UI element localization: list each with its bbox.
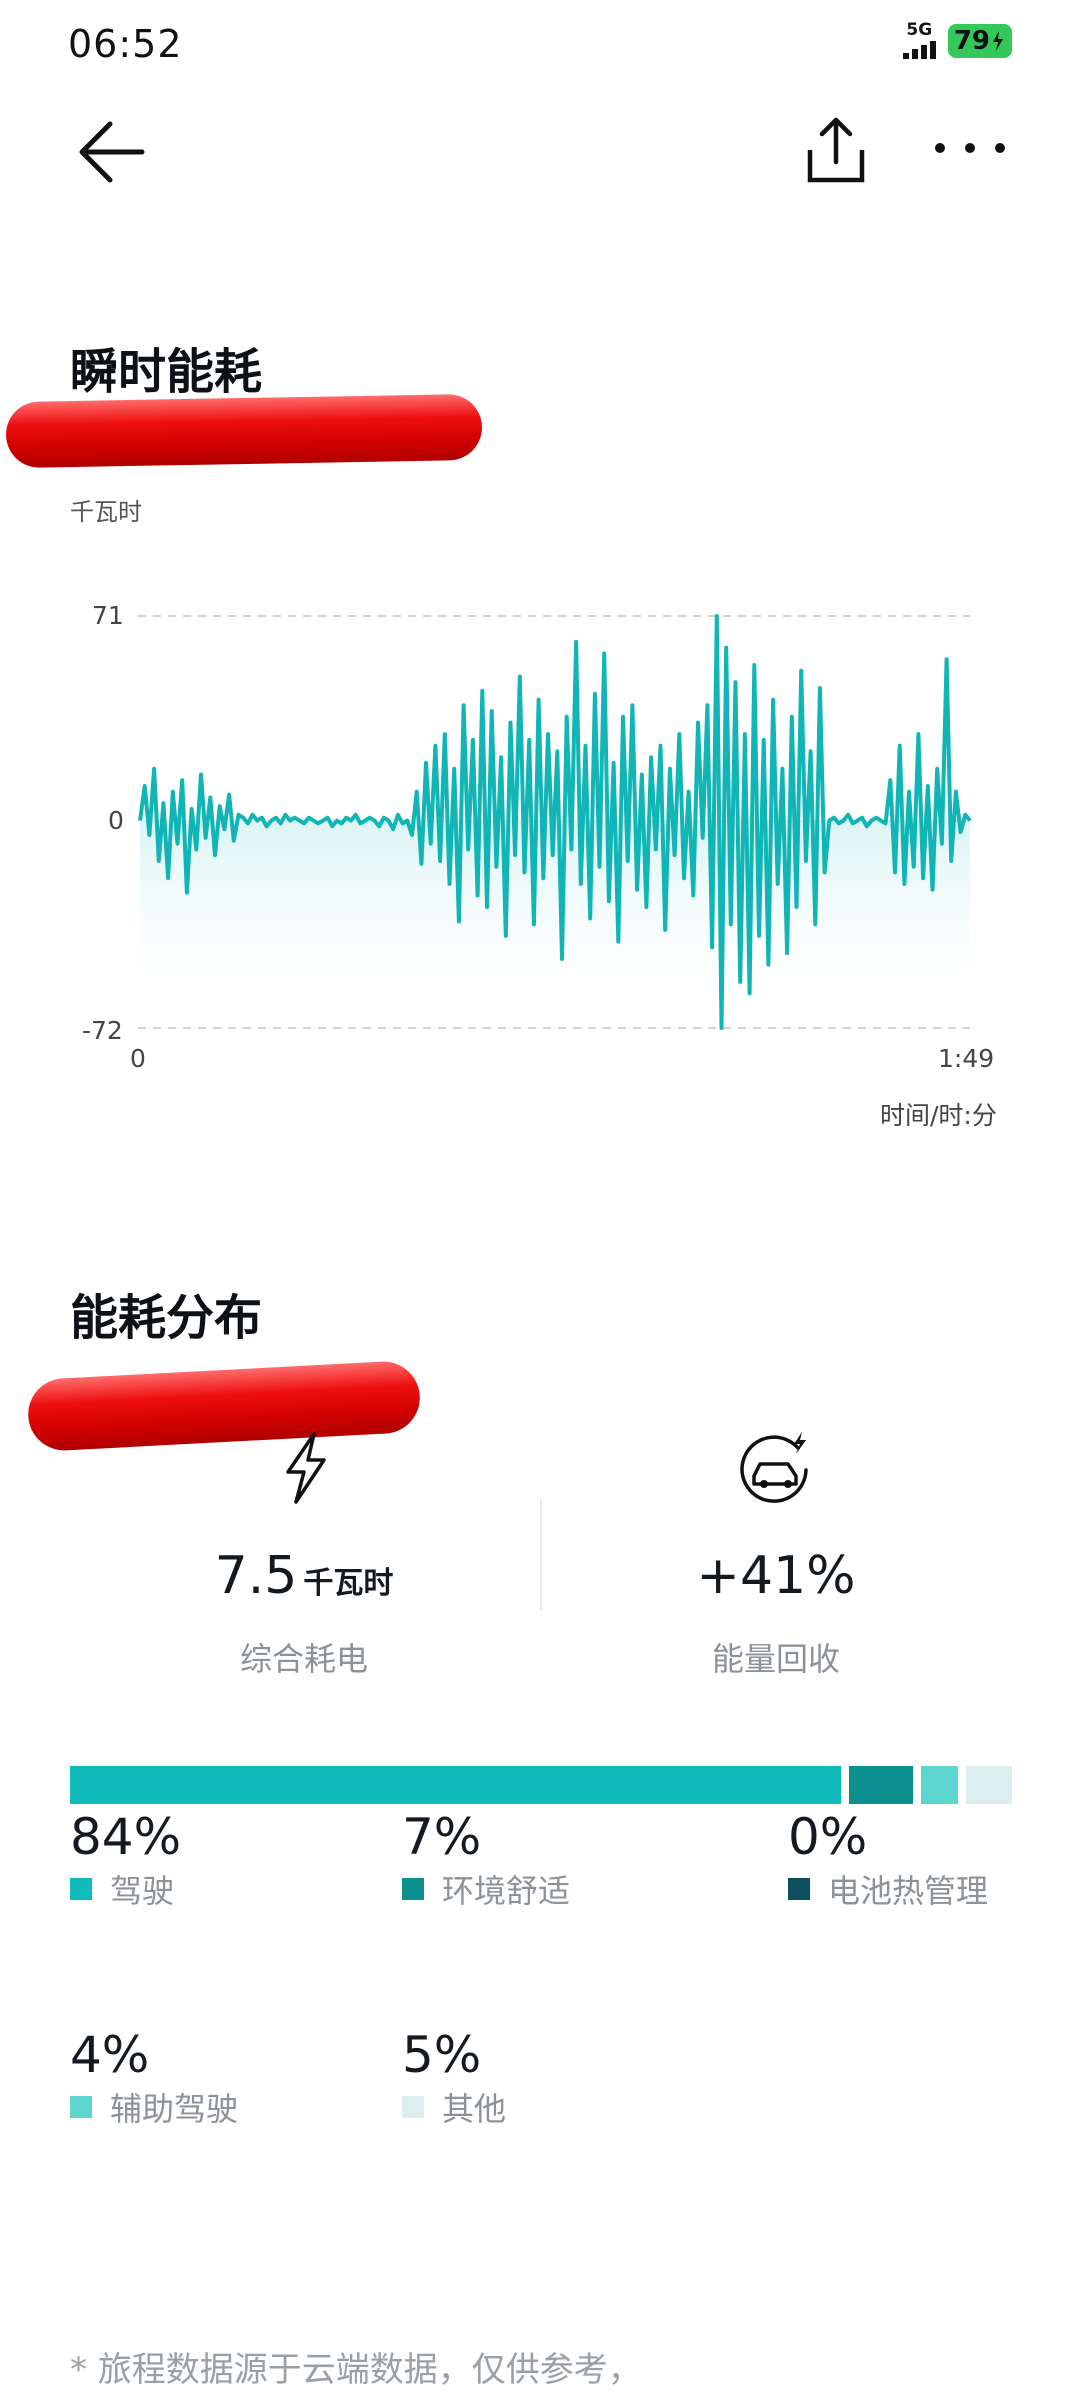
more-icon [935, 143, 1005, 153]
distribution-segment [921, 1766, 959, 1804]
distribution-segment [70, 1766, 842, 1804]
distribution-segment [966, 1766, 1012, 1804]
status-time: 06:52 [68, 22, 183, 66]
legend-assisted-driving: 4% 辅助驾驶 [70, 2026, 238, 2130]
legend-pct: 84% [70, 1808, 182, 1866]
redaction-mark [26, 1359, 422, 1453]
total-energy-unit: 千瓦时 [303, 1566, 394, 1601]
legend-swatch [402, 1878, 424, 1900]
legend-pct: 5% [402, 2026, 482, 2084]
chart-area-fill [140, 820, 970, 1020]
legend-label: 电池热管理 [828, 1872, 989, 1910]
legend-comfort: 7% 环境舒适 [402, 1808, 570, 1912]
total-energy-number: 7.5 [214, 1546, 298, 1606]
more-button[interactable] [930, 118, 1010, 178]
distribution-segment [849, 1766, 914, 1804]
back-button[interactable] [70, 110, 150, 190]
bolt-icon [266, 1428, 346, 1508]
total-energy-caption: 综合耗电 [239, 1640, 368, 1678]
arrow-left-icon [79, 121, 145, 183]
x-tick-start: 0 [130, 1044, 146, 1073]
chart-unit-label: 千瓦时 [70, 498, 142, 526]
legend-label: 辅助驾驶 [110, 2090, 239, 2128]
legend-swatch [70, 2096, 92, 2118]
share-button[interactable] [800, 110, 872, 190]
total-energy-value: 7.5 千瓦时 [104, 1546, 504, 1606]
signal-icon: 5G [902, 20, 936, 59]
battery-level: 79 [953, 25, 990, 56]
legend-swatch [402, 2096, 424, 2118]
legend-other: 5% 其他 [402, 2026, 506, 2130]
legend-pct: 0% [788, 1808, 868, 1866]
battery-icon: 79 [947, 23, 1012, 58]
energy-recovery-value: +41% [696, 1546, 856, 1606]
instant-energy-chart [138, 614, 972, 1030]
legend-label: 环境舒适 [442, 1872, 571, 1910]
legend-label: 其他 [442, 2090, 507, 2128]
stat-divider [540, 1500, 542, 1610]
legend-label: 驾驶 [110, 1872, 175, 1910]
y-tick-bottom: -72 [82, 1016, 123, 1045]
share-icon [807, 117, 865, 183]
instant-energy-title: 瞬时能耗 [70, 344, 263, 400]
legend-battery-thermal: 0% 电池热管理 [788, 1808, 988, 1912]
x-axis-label: 时间/时:分 [880, 1101, 997, 1130]
y-tick-zero: 0 [108, 806, 124, 835]
network-type: 5G [906, 20, 933, 40]
car-recovery-icon [736, 1426, 816, 1506]
redaction-mark [5, 393, 483, 469]
legend-swatch [70, 1878, 92, 1900]
legend-pct: 4% [70, 2026, 150, 2084]
legend-driving: 84% 驾驶 [70, 1808, 181, 1912]
status-icons: 5G 79 [902, 20, 1012, 59]
legend-pct: 7% [402, 1808, 482, 1866]
x-tick-end: 1:49 [938, 1044, 995, 1073]
y-tick-top: 71 [92, 601, 124, 630]
distribution-bar [70, 1766, 1012, 1804]
energy-distribution-title: 能耗分布 [70, 1290, 263, 1346]
energy-recovery-caption: 能量回收 [711, 1640, 840, 1678]
legend-swatch [788, 1878, 810, 1900]
data-source-footnote: * 旅程数据源于云端数据，仅供参考， [70, 2350, 642, 2390]
